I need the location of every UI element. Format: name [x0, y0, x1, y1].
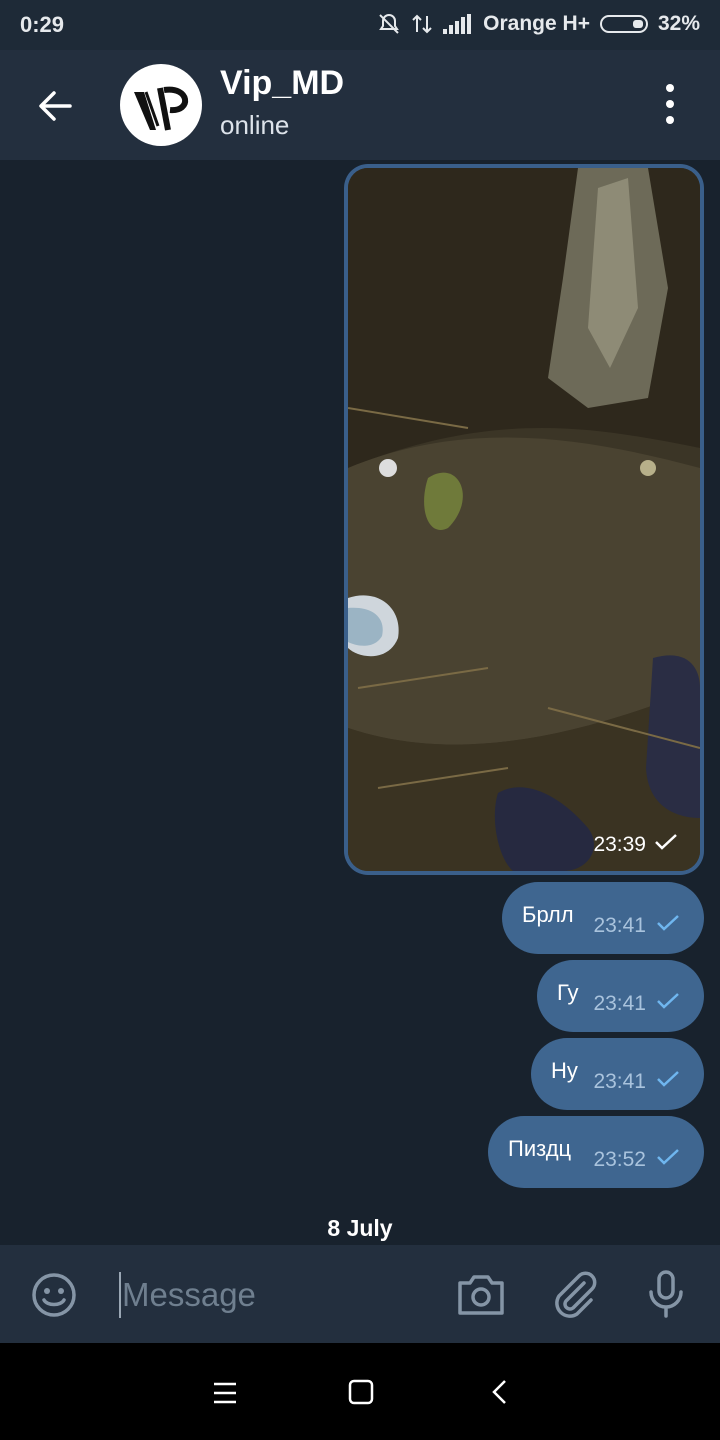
message-text: Брлл	[522, 902, 574, 927]
carrier-label: Orange H+	[483, 12, 590, 35]
photo-timestamp: 23:39	[593, 833, 678, 857]
message-meta: 23:41	[593, 992, 680, 1016]
message-text: Пиздц	[508, 1136, 572, 1161]
message-input[interactable]: Message	[122, 1276, 256, 1314]
check-icon	[654, 833, 678, 857]
check-icon	[656, 1148, 680, 1172]
message-time: 23:39	[593, 833, 646, 856]
message-text: Гу	[557, 980, 579, 1005]
message-bubble[interactable]: Брлл 23:41	[502, 882, 704, 954]
photo[interactable]: 23:39	[348, 168, 700, 871]
emoji-icon[interactable]	[30, 1271, 78, 1324]
status-time: 0:29	[20, 12, 65, 37]
back-arrow-icon[interactable]	[30, 80, 82, 132]
message-composer: Message	[0, 1245, 720, 1343]
mic-icon[interactable]	[644, 1269, 688, 1324]
contact-status: online	[220, 110, 290, 140]
contact-name[interactable]: Vip_MD	[220, 64, 344, 103]
signal-icon	[443, 14, 473, 34]
status-right: Orange H+ 32%	[377, 12, 700, 36]
battery-percent: 32%	[657, 12, 700, 35]
date-separator: 8 July	[327, 1215, 393, 1241]
home-square-icon[interactable]	[347, 1378, 375, 1411]
avatar[interactable]	[120, 64, 202, 146]
attach-icon[interactable]	[550, 1269, 598, 1324]
more-vert-icon[interactable]	[650, 82, 690, 126]
message-list[interactable]: 23:39 Брлл 23:41 Гу 23:41 Ну 23:41 Пиздц	[0, 160, 720, 1245]
mute-bell-icon	[377, 12, 401, 36]
menu-lines-icon[interactable]	[212, 1381, 238, 1410]
message-bubble[interactable]: Гу 23:41	[537, 960, 704, 1032]
check-icon	[656, 1070, 680, 1094]
text-cursor	[119, 1272, 121, 1318]
system-nav-bar	[0, 1343, 720, 1440]
message-text: Ну	[551, 1058, 578, 1083]
message-bubble[interactable]: Пиздц 23:52	[488, 1116, 704, 1188]
message-meta: 23:52	[593, 1148, 680, 1172]
data-arrows-icon	[411, 12, 433, 36]
message-meta: 23:41	[593, 914, 680, 938]
message-meta: 23:41	[593, 1070, 680, 1094]
camera-icon[interactable]	[456, 1271, 506, 1322]
message-time: 23:41	[593, 992, 646, 1015]
message-time: 23:41	[593, 914, 646, 937]
photo-message[interactable]: 23:39	[344, 164, 704, 875]
back-chevron-icon[interactable]	[488, 1378, 512, 1411]
message-time: 23:41	[593, 1070, 646, 1093]
message-bubble[interactable]: Ну 23:41	[531, 1038, 704, 1110]
check-icon	[656, 914, 680, 938]
message-time: 23:52	[593, 1148, 646, 1171]
status-bar: 0:29 Orange H+ 32%	[0, 0, 720, 50]
battery-icon	[599, 15, 648, 33]
check-icon	[656, 992, 680, 1016]
chat-header: Vip_MD online	[0, 50, 720, 160]
